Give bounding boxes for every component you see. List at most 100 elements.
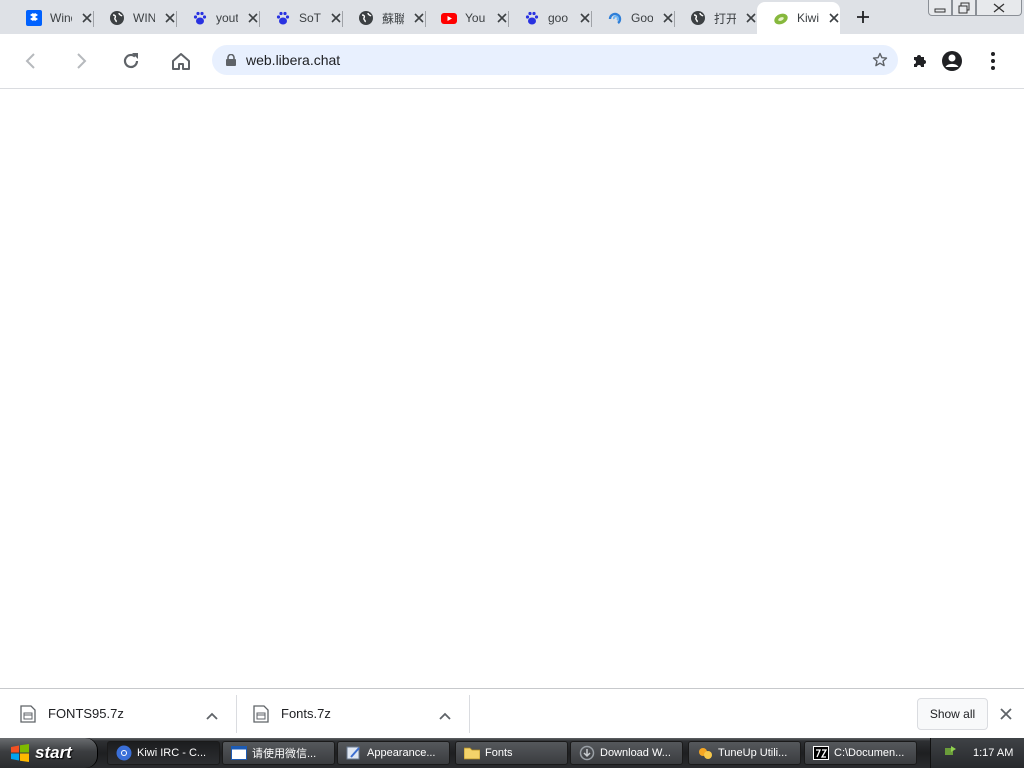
home-button[interactable] [166, 46, 196, 76]
tab-strip: Wind WIN yout SoTu 蘇聯 [0, 0, 1024, 34]
page-content [0, 89, 1024, 688]
close-shelf-button[interactable] [996, 704, 1016, 724]
close-icon[interactable] [745, 12, 757, 24]
tab-title: You [465, 11, 486, 25]
back-button[interactable] [16, 46, 46, 76]
minimize-button[interactable] [928, 0, 952, 16]
url-text[interactable]: web.libera.chat [246, 52, 340, 68]
close-icon[interactable] [413, 12, 425, 24]
tab-10-active[interactable]: Kiwi [757, 2, 840, 34]
tab-6[interactable]: You [425, 2, 508, 34]
tab-title: WIN [133, 11, 155, 25]
download-item[interactable]: Fonts.7z [233, 689, 467, 738]
task-label: TuneUp Utili... [718, 747, 788, 759]
start-button[interactable]: start [0, 738, 98, 768]
chevron-up-icon[interactable] [206, 707, 218, 725]
arrow-right-icon [77, 53, 87, 69]
globe-icon [109, 10, 125, 26]
folder-icon [464, 745, 480, 761]
clock[interactable]: 1:17 AM [973, 747, 1013, 759]
close-icon[interactable] [579, 12, 591, 24]
close-icon[interactable] [828, 12, 840, 24]
youtube-icon [441, 10, 457, 26]
taskbar-button[interactable]: Download W... [570, 741, 683, 765]
restore-button[interactable] [952, 0, 976, 16]
spiral-icon [607, 10, 623, 26]
star-icon[interactable] [872, 52, 888, 73]
taskbar-button[interactable]: Kiwi IRC - C... [107, 741, 220, 765]
download-shelf: FONTS95.7z Fonts.7z Show all [0, 688, 1024, 738]
tab-title: yout [216, 11, 238, 25]
appearance-icon [346, 745, 362, 761]
address-bar[interactable]: web.libera.chat [212, 45, 898, 75]
profile-button[interactable] [937, 46, 967, 76]
download-item[interactable]: FONTS95.7z [0, 689, 234, 738]
close-icon[interactable] [496, 12, 508, 24]
tab-title: Kiwi [797, 11, 819, 25]
chevron-up-icon[interactable] [439, 707, 451, 725]
baidu-paw-icon [192, 10, 208, 26]
lock-icon [226, 54, 236, 66]
close-icon [1000, 708, 1012, 720]
download-filename: Fonts.7z [281, 706, 331, 721]
taskbar: start Kiwi IRC - C... 请使用微信... Appearanc… [0, 738, 1024, 768]
window-controls [928, 0, 1022, 16]
taskbar-button[interactable]: Fonts [455, 741, 568, 765]
restore-icon [958, 2, 970, 13]
taskbar-button[interactable]: Appearance... [337, 741, 450, 765]
tab-title: 打开 [714, 11, 736, 26]
7zip-icon [813, 745, 829, 761]
browser-toolbar: web.libera.chat [0, 34, 1024, 89]
archive-file-icon [20, 704, 36, 723]
extensions-button[interactable] [905, 46, 935, 76]
baidu-paw-icon [524, 10, 540, 26]
tab-2[interactable]: WIN [93, 2, 176, 34]
network-icon[interactable] [943, 743, 959, 764]
window-icon [231, 745, 247, 761]
tab-8[interactable]: Goo [591, 2, 674, 34]
tab-7[interactable]: goo [508, 2, 591, 34]
download-filename: FONTS95.7z [48, 706, 124, 721]
menu-button[interactable] [978, 46, 1008, 76]
arrow-left-icon [25, 53, 35, 69]
chrome-icon [116, 745, 132, 761]
task-label: Appearance... [367, 747, 436, 759]
close-icon[interactable] [662, 12, 674, 24]
taskbar-button[interactable]: C:\Documen... [804, 741, 917, 765]
reload-button[interactable] [116, 46, 146, 76]
plus-icon [857, 11, 869, 23]
new-tab-button[interactable] [852, 6, 874, 28]
tab-1[interactable]: Wind [10, 2, 93, 34]
task-label: 请使用微信... [252, 748, 317, 760]
globe-icon [358, 10, 374, 26]
windows-logo-icon [11, 744, 29, 762]
close-icon [993, 2, 1005, 13]
taskbar-button[interactable]: TuneUp Utili... [688, 741, 801, 765]
download-icon [579, 745, 595, 761]
close-icon[interactable] [330, 12, 342, 24]
home-icon [172, 53, 190, 70]
tab-title: SoTu [299, 11, 321, 25]
tab-5[interactable]: 蘇聯 [342, 2, 425, 34]
tab-title: goo [548, 11, 569, 25]
archive-file-icon [253, 704, 269, 723]
close-icon[interactable] [81, 12, 93, 24]
close-icon[interactable] [247, 12, 259, 24]
show-all-button[interactable]: Show all [917, 698, 988, 730]
window-close-button[interactable] [976, 0, 1022, 16]
task-label: Download W... [600, 747, 671, 759]
tab-4[interactable]: SoTu [259, 2, 342, 34]
task-label: Fonts [485, 747, 513, 759]
kiwi-icon [773, 10, 789, 26]
taskbar-button[interactable]: 请使用微信... [222, 741, 335, 765]
forward-button[interactable] [66, 46, 96, 76]
tuneup-icon [697, 745, 713, 761]
tab-3[interactable]: yout [176, 2, 259, 34]
puzzle-icon [914, 55, 926, 67]
task-label: C:\Documen... [834, 747, 905, 759]
task-label: Kiwi IRC - C... [137, 747, 207, 759]
minimize-icon [934, 8, 946, 12]
close-icon[interactable] [164, 12, 176, 24]
tab-9[interactable]: 打开 [674, 2, 757, 34]
baidu-paw-icon [275, 10, 291, 26]
